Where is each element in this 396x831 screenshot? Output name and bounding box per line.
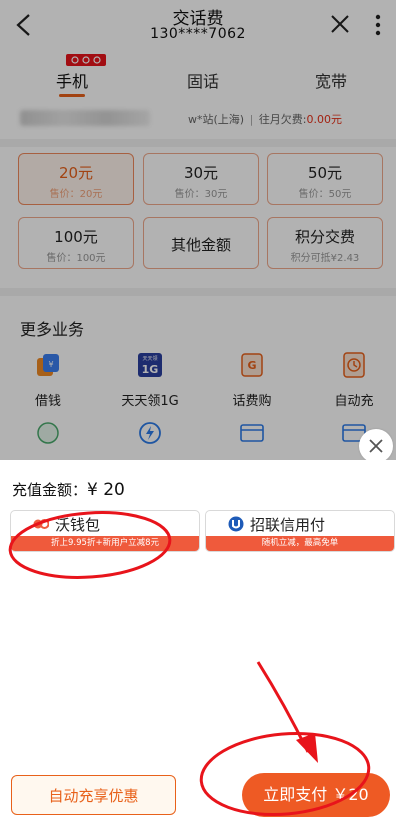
pay-method-promo: 折上9.95折+新用户立减8元 [11, 536, 199, 551]
close-icon [369, 439, 383, 453]
dim-overlay[interactable] [0, 0, 396, 460]
zhaolian-icon [228, 516, 244, 532]
pay-now-button[interactable]: 立即支付 ￥20 [242, 773, 390, 817]
pay-method-name: 招联信用付 [250, 516, 326, 534]
auto-recharge-discount-button[interactable]: 自动充享优惠 [11, 775, 176, 815]
pay-method-name: 沃钱包 [55, 516, 101, 534]
pay-method-promo: 随机立减，最高免单 [206, 536, 394, 551]
charge-amount-row: 充值金额：¥ 20 [12, 479, 125, 500]
pay-method-wo-wallet[interactable]: 沃钱包 折上9.95折+新用户立减8元 [10, 510, 200, 552]
wo-wallet-icon [33, 519, 49, 529]
pay-method-zhaolian[interactable]: 招联信用付 随机立减，最高免单 [205, 510, 395, 552]
charge-label: 充值金额： [12, 481, 88, 499]
charge-amount: ¥ 20 [87, 480, 125, 500]
sheet-close-button[interactable] [359, 429, 393, 463]
